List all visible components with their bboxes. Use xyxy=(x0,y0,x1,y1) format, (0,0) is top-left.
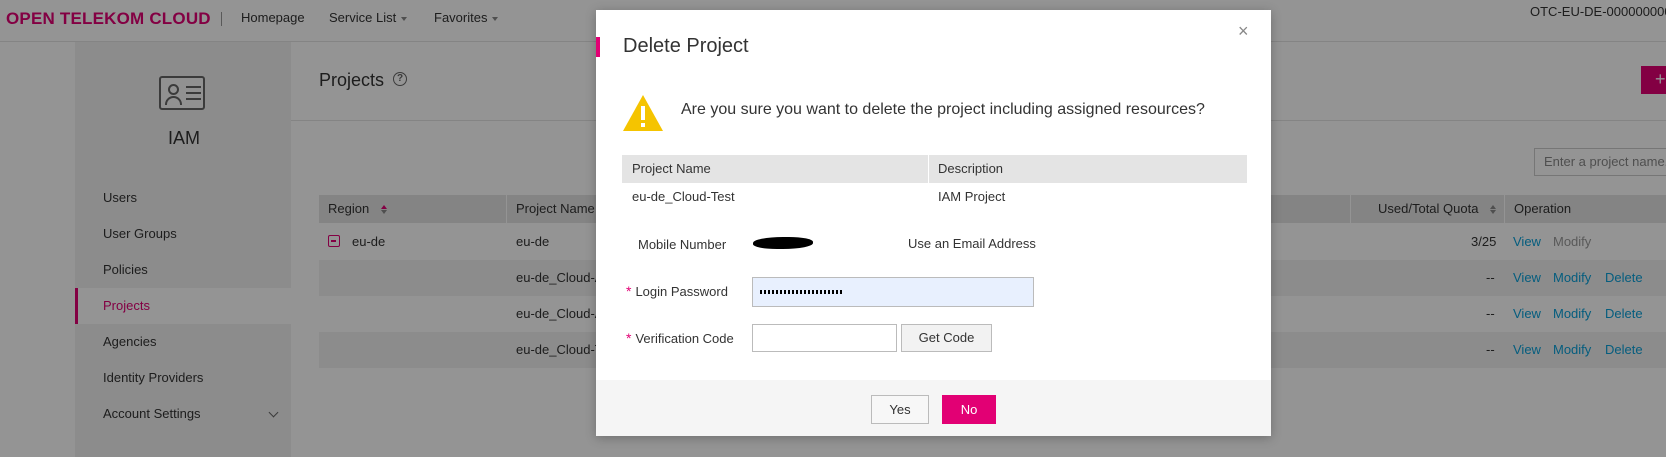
masked-password xyxy=(760,290,842,294)
verification-code-label: * Verification Code xyxy=(626,330,734,346)
warning-triangle-icon xyxy=(623,95,663,131)
required-marker: * xyxy=(626,330,632,346)
verification-code-input[interactable] xyxy=(752,324,897,352)
confirmation-message: Are you sure you want to delete the proj… xyxy=(681,101,1205,118)
column-divider xyxy=(928,155,929,183)
dialog-title: Delete Project xyxy=(623,35,749,57)
delete-project-dialog xyxy=(596,10,1271,436)
use-email-link[interactable]: Use an Email Address xyxy=(908,236,1036,251)
title-accent-bar xyxy=(596,37,600,57)
cell-description: IAM Project xyxy=(938,189,1006,204)
redacted-mobile-number xyxy=(753,237,813,249)
dialog-table-header xyxy=(622,155,1247,183)
get-code-button[interactable]: Get Code xyxy=(901,324,992,352)
required-marker: * xyxy=(626,283,632,299)
login-password-label: * Login Password xyxy=(626,283,728,299)
cell-project-name: eu-de_Cloud-Test xyxy=(632,189,735,204)
verification-code-label-text: Verification Code xyxy=(635,331,734,346)
login-password-label-text: Login Password xyxy=(635,284,728,299)
close-icon[interactable]: × xyxy=(1238,22,1249,40)
column-header-project-name: Project Name xyxy=(632,161,711,176)
no-button[interactable]: No xyxy=(942,395,996,424)
dialog-footer xyxy=(596,380,1271,436)
mobile-number-label: Mobile Number xyxy=(638,237,727,252)
yes-button[interactable]: Yes xyxy=(871,395,929,424)
column-header-description: Description xyxy=(938,161,1004,176)
